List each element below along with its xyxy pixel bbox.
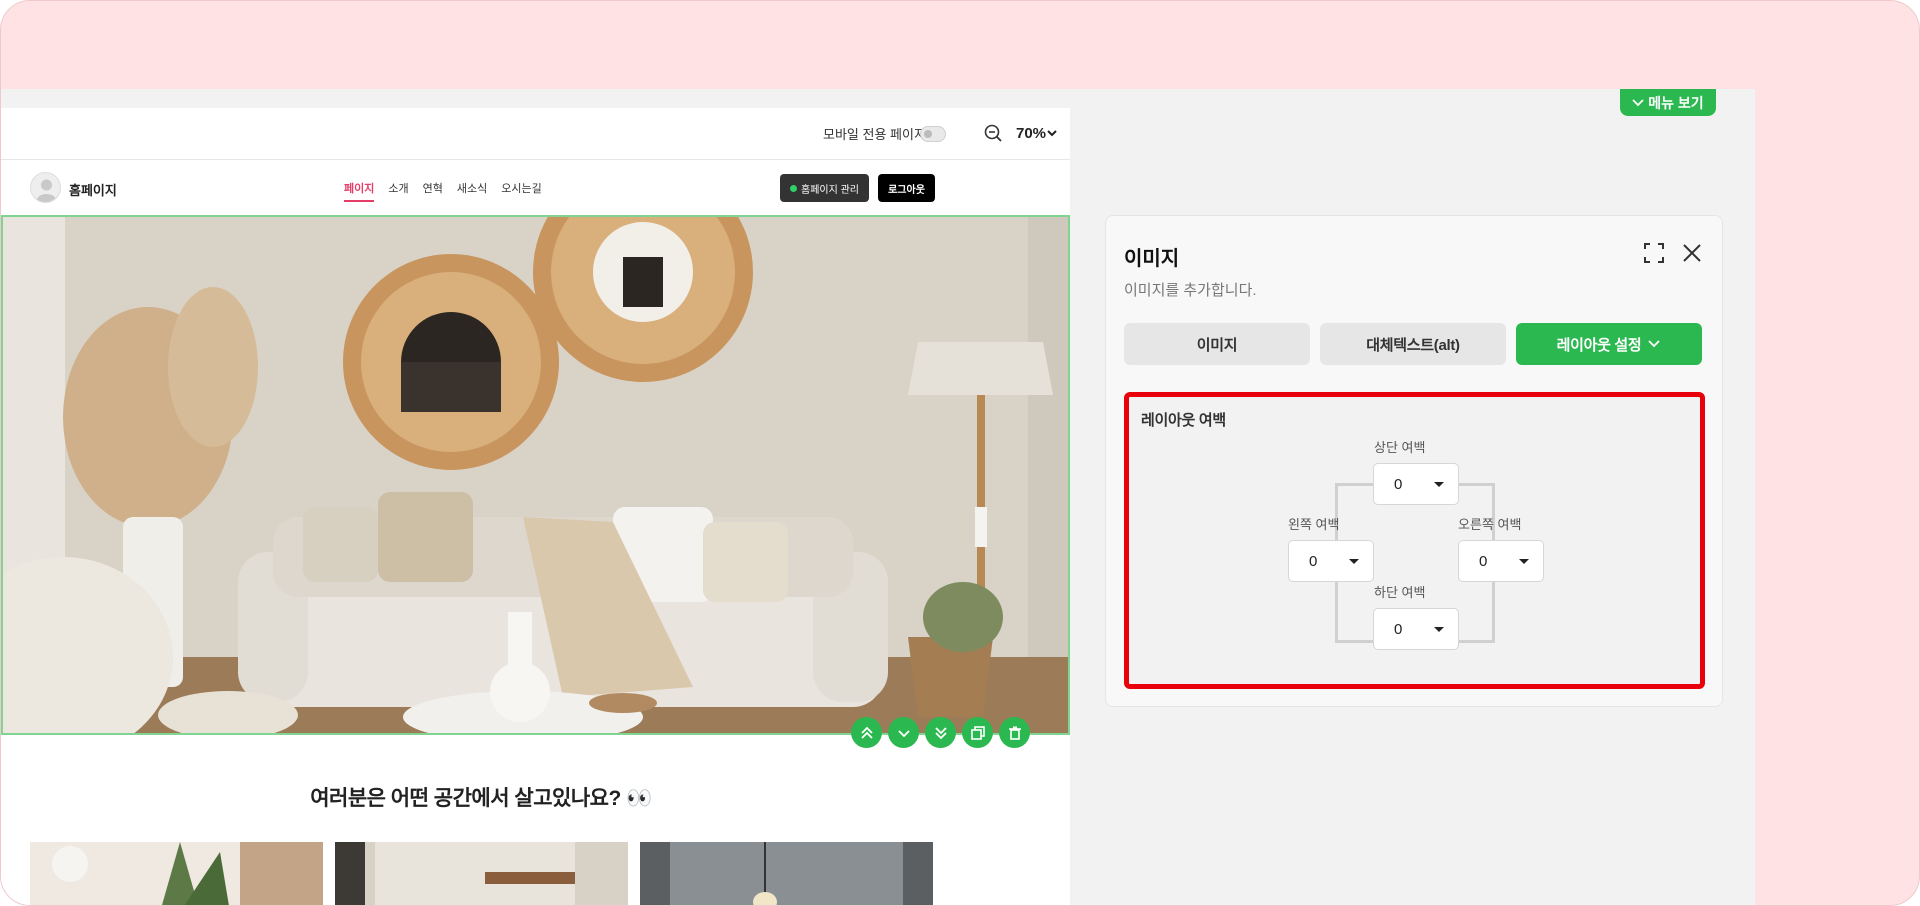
left-margin-select[interactable]: 0 [1288, 540, 1374, 582]
layout-margin-title: 레이아웃 여백 [1141, 412, 1226, 429]
site-name: 홈페이지 [69, 183, 117, 198]
duplicate-button[interactable] [962, 717, 993, 748]
block-toolbar [851, 717, 1030, 748]
chevron-down-icon [897, 729, 910, 737]
gallery-thumbnails [30, 842, 933, 905]
gear-icon [790, 184, 797, 192]
zoom-out-icon[interactable] [984, 124, 1002, 142]
nav-item-history[interactable]: 연혁 [423, 180, 443, 202]
logout-button[interactable]: 로그아웃 [878, 174, 935, 202]
gallery-image[interactable] [640, 842, 933, 905]
right-margin-label: 오른쪽 여백 [1458, 517, 1522, 532]
window-frame: 모바일 전용 페이지 70% 홈페이지 페이지 소개 연혁 새소식 오시는길 홈… [0, 0, 1920, 906]
panel-tabs: 이미지 대체텍스트(alt) 레이아웃 설정 [1124, 323, 1702, 365]
avatar [30, 172, 61, 203]
site-header: 홈페이지 페이지 소개 연혁 새소식 오시는길 홈페이지 관리 로그아웃 [1, 161, 1070, 215]
chevron-down-icon [1632, 98, 1644, 106]
tab-image[interactable]: 이미지 [1124, 323, 1310, 365]
tab-layout-settings[interactable]: 레이아웃 설정 [1516, 323, 1702, 365]
section-title: 여러분은 어떤 공간에서 살고있나요? 👀 [310, 787, 652, 810]
nav-item-directions[interactable]: 오시는길 [501, 180, 541, 202]
image-settings-panel: 이미지 이미지를 추가합니다. 이미지 대체텍스트(alt) 레이아웃 설정 레… [1105, 215, 1723, 707]
mobile-only-label: 모바일 전용 페이지 [823, 127, 926, 142]
caret-down-icon [1434, 481, 1444, 487]
site-nav: 페이지 소개 연혁 새소식 오시는길 [344, 180, 542, 202]
manage-homepage-button[interactable]: 홈페이지 관리 [780, 174, 869, 202]
fullscreen-icon[interactable] [1643, 242, 1665, 264]
double-chevron-down-icon [934, 726, 947, 739]
nav-item-news[interactable]: 새소식 [457, 180, 487, 202]
chevron-down-icon [1648, 340, 1661, 348]
caret-down-icon [1519, 558, 1529, 564]
move-down-button[interactable] [888, 717, 919, 748]
menu-toggle-button[interactable]: 메뉴 보기 [1620, 89, 1716, 116]
nav-item-page[interactable]: 페이지 [344, 180, 375, 202]
tab-alt-text[interactable]: 대체텍스트(alt) [1320, 323, 1506, 365]
gallery-image[interactable] [30, 842, 323, 905]
left-margin-label: 왼쪽 여백 [1288, 517, 1340, 532]
chevron-down-icon[interactable] [1046, 127, 1058, 139]
editor-canvas: 모바일 전용 페이지 70% 홈페이지 페이지 소개 연혁 새소식 오시는길 홈… [1, 108, 1070, 905]
bottom-margin-select[interactable]: 0 [1373, 608, 1459, 650]
zoom-level[interactable]: 70% [1016, 125, 1046, 142]
top-margin-select[interactable]: 0 [1373, 463, 1459, 505]
caret-down-icon [1349, 558, 1359, 564]
nav-item-about[interactable]: 소개 [388, 180, 408, 202]
living-room-image [3, 217, 1068, 733]
move-bottom-button[interactable] [925, 717, 956, 748]
trash-icon [1008, 726, 1021, 740]
hero-image-block[interactable] [1, 215, 1070, 735]
move-top-button[interactable] [851, 717, 882, 748]
close-icon[interactable] [1681, 242, 1703, 264]
canvas-toolbar: 모바일 전용 페이지 70% [1, 108, 1070, 160]
copy-icon [970, 725, 985, 740]
caret-down-icon [1434, 626, 1444, 632]
editor-app: 모바일 전용 페이지 70% 홈페이지 페이지 소개 연혁 새소식 오시는길 홈… [1, 89, 1755, 905]
right-margin-select[interactable]: 0 [1458, 540, 1544, 582]
gallery-image[interactable] [335, 842, 628, 905]
mobile-only-toggle[interactable] [920, 126, 946, 142]
panel-title: 이미지 [1124, 248, 1180, 270]
layout-margin-section: 레이아웃 여백 상단 여백 0 왼쪽 여백 0 오른쪽 여백 0 하단 여백 0 [1124, 392, 1705, 689]
double-chevron-up-icon [860, 726, 873, 739]
top-margin-label: 상단 여백 [1374, 440, 1426, 455]
bottom-margin-label: 하단 여백 [1374, 585, 1426, 600]
panel-subtitle: 이미지를 추가합니다. [1124, 282, 1257, 299]
delete-button[interactable] [999, 717, 1030, 748]
